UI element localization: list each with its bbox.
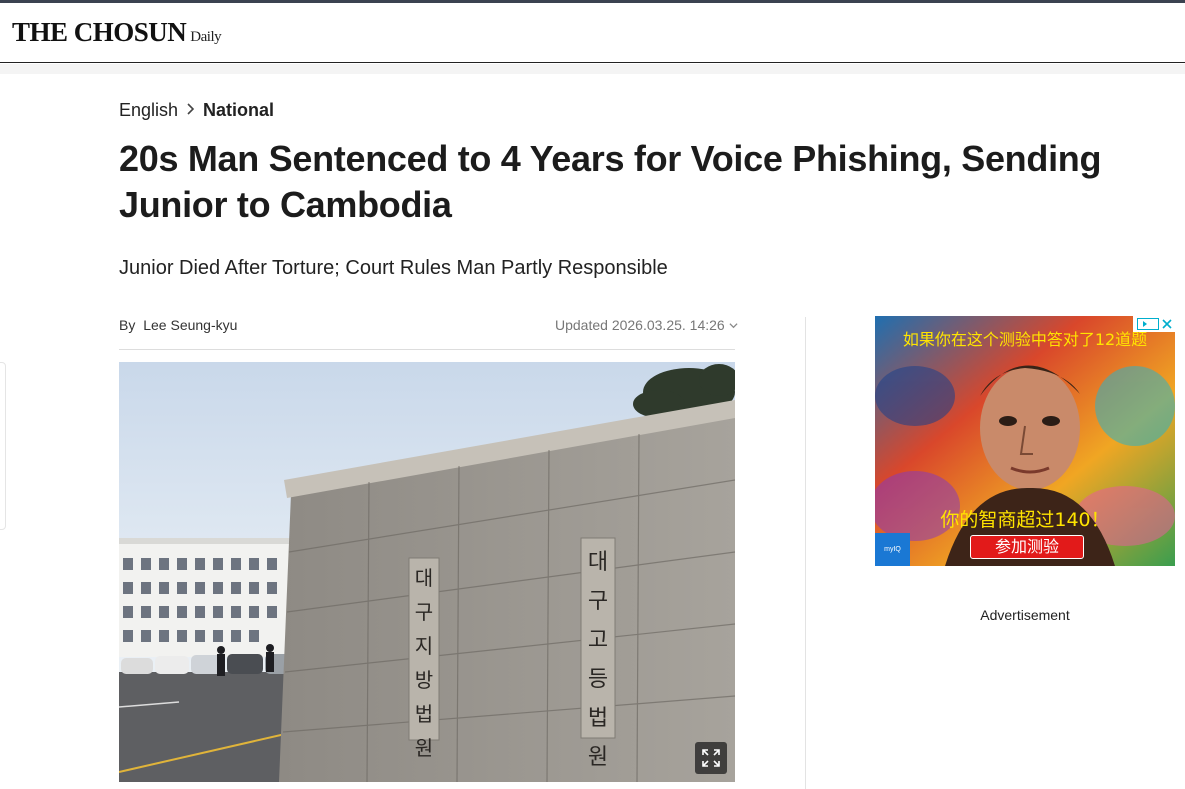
sign-right: 대 구 고 등 법 원: [583, 544, 613, 771]
article-subheadline: Junior Died After Torture; Court Rules M…: [119, 257, 668, 279]
ad-headline: 如果你在这个测验中答对了12道题: [902, 330, 1148, 349]
logo-sub: Daily: [190, 29, 222, 45]
side-panel-tab[interactable]: [0, 362, 6, 530]
advertisement-banner[interactable]: 如果你在这个测验中答对了12道题 你的智商超过140！ 参加测验 myIQ: [875, 316, 1175, 566]
site-header: THE CHOSUN Daily: [0, 3, 1185, 63]
expand-icon: [702, 749, 720, 767]
sign-left-char: 방: [414, 668, 434, 692]
breadcrumb: English National: [119, 100, 274, 121]
breadcrumb-category-link[interactable]: National: [203, 100, 274, 121]
sign-right-char: 대: [587, 550, 609, 575]
logo-main: THE CHOSUN: [12, 17, 187, 47]
sign-left-char: 법: [414, 702, 434, 726]
updated-timestamp: Updated 2026.03.25. 14:26: [555, 317, 725, 333]
sign-right-char: 등: [587, 667, 609, 692]
sign-right-char: 고: [587, 628, 609, 653]
updated-timestamp-toggle[interactable]: Updated 2026.03.25. 14:26: [555, 317, 738, 333]
sign-right-char: 원: [587, 745, 609, 770]
byline: By Lee Seung-kyu: [119, 317, 237, 333]
breadcrumb-section-link[interactable]: English: [119, 100, 178, 121]
ad-tagline: 你的智商超过140！: [940, 509, 1110, 531]
sign-left-char: 지: [414, 634, 434, 658]
column-divider: [805, 317, 806, 789]
author-link[interactable]: Lee Seung-kyu: [143, 317, 237, 333]
expand-photo-button[interactable]: [695, 742, 727, 774]
article-headline: 20s Man Sentenced to 4 Years for Voice P…: [119, 138, 1102, 225]
ad-cta-button[interactable]: 参加测验: [970, 535, 1084, 559]
page: THE CHOSUN Daily English National 20s Man…: [0, 0, 1185, 789]
sign-left-char: 원: [414, 736, 434, 760]
byline-divider: [119, 349, 735, 350]
sign-right-char: 법: [587, 706, 609, 731]
sign-left-char: 구: [414, 600, 434, 624]
advertisement-label: Advertisement: [980, 607, 1070, 623]
site-logo[interactable]: THE CHOSUN Daily: [12, 17, 222, 48]
sign-left-char: 대: [414, 566, 434, 590]
chevron-down-icon: [729, 322, 738, 328]
header-subbar: [0, 64, 1185, 74]
chevron-right-icon: [186, 102, 195, 120]
sign-left: 대 구 지 방 법 원: [411, 562, 437, 761]
ad-brand-logo: myIQ: [875, 533, 910, 566]
article-photo[interactable]: 대 구 지 방 법 원 대 구 고 등 법 원: [119, 362, 735, 782]
byline-prefix: By: [119, 317, 136, 333]
sign-right-char: 구: [587, 589, 609, 614]
